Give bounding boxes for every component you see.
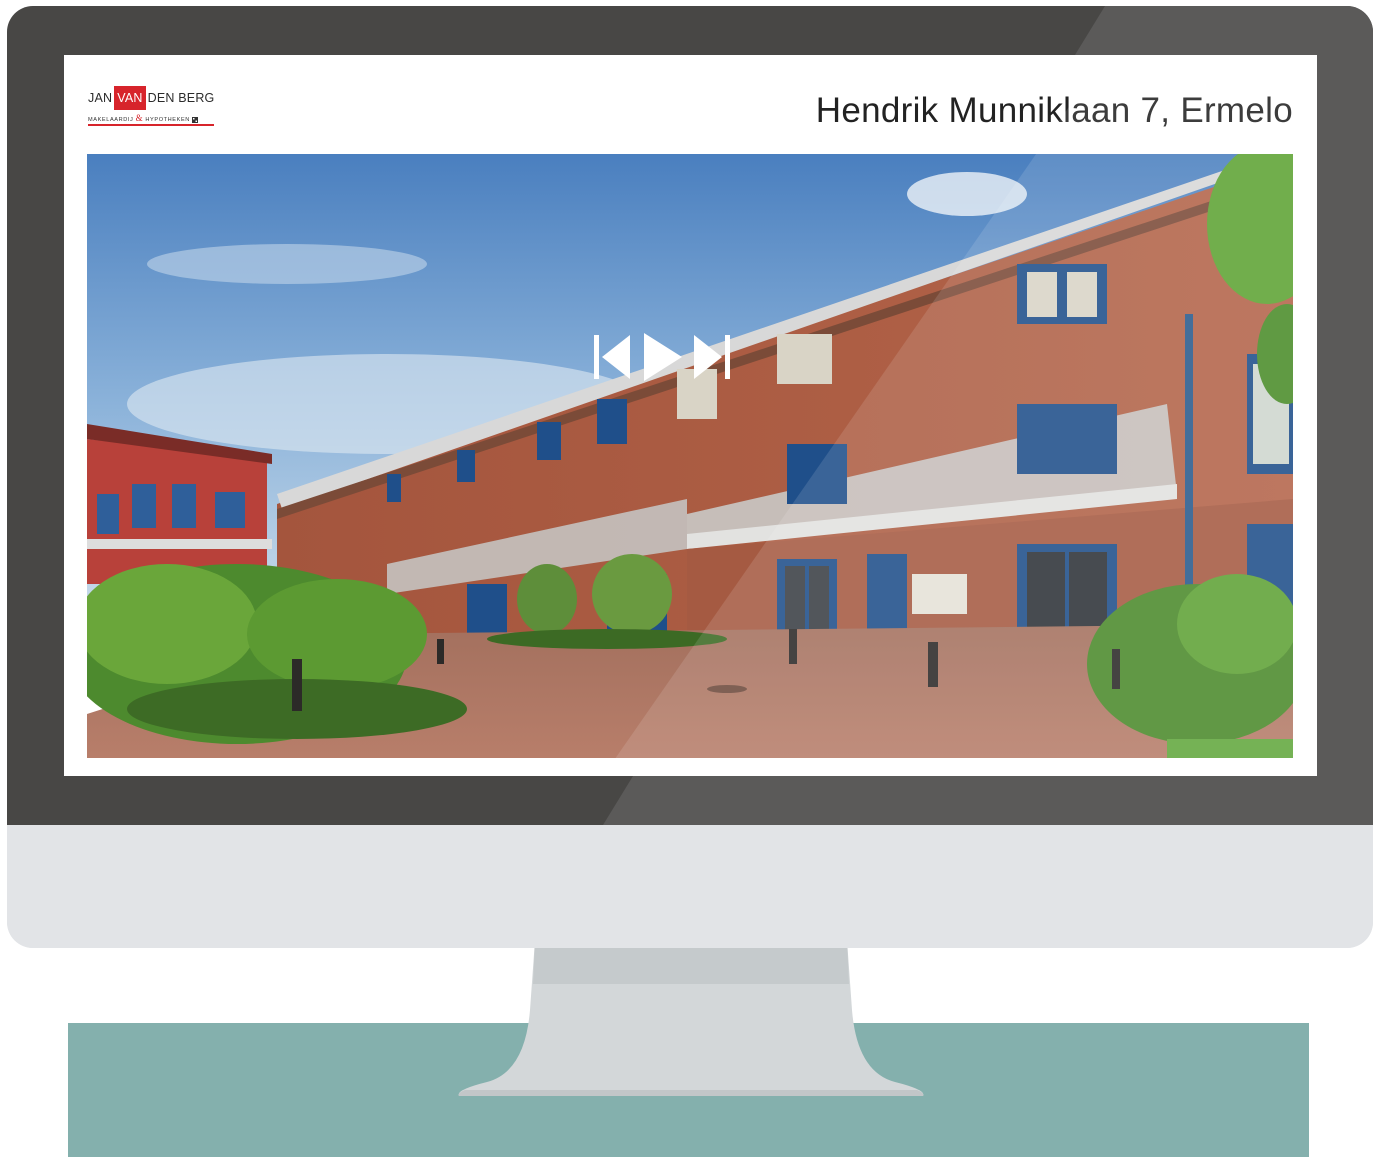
skip-back-icon[interactable] (592, 333, 632, 381)
screen: JAN VAN DEN BERG MAKELAARDIJ & HYPOTHEKE… (64, 55, 1317, 776)
property-photo (87, 154, 1293, 758)
logo-sub-ampersand: & (135, 113, 144, 123)
brand-logo[interactable]: JAN VAN DEN BERG MAKELAARDIJ & HYPOTHEKE… (88, 86, 216, 130)
logo-sub-hypotheken: HYPOTHEKEN (145, 117, 190, 123)
monitor: JAN VAN DEN BERG MAKELAARDIJ & HYPOTHEKE… (7, 6, 1373, 948)
skip-forward-icon[interactable] (692, 333, 732, 381)
slideshow-controls (592, 331, 762, 383)
monitor-stand (458, 940, 924, 1096)
logo-underline (88, 124, 214, 126)
brand-mark-icon (192, 116, 199, 123)
listing-address: Hendrik Munniklaan 7, Ermelo (815, 91, 1293, 130)
logo-sub-makelaardij: MAKELAARDIJ (88, 117, 134, 123)
logo-word-jan: JAN (88, 91, 113, 105)
monitor-chin (7, 825, 1373, 948)
monitor-bezel: JAN VAN DEN BERG MAKELAARDIJ & HYPOTHEKE… (7, 6, 1373, 825)
play-icon[interactable] (640, 331, 684, 383)
logo-word-van: VAN (114, 86, 146, 110)
logo-word-den-berg: DEN BERG (147, 91, 215, 105)
